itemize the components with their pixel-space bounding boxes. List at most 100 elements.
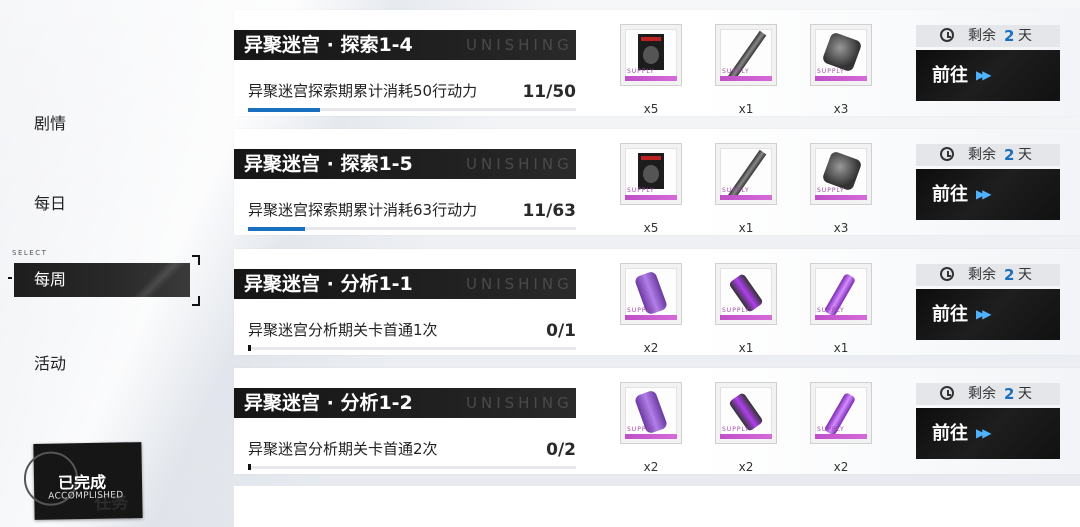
reward-item[interactable]: SUPPLY — [620, 143, 682, 205]
task-title: 异聚迷宫 · 探索1-5 UNISHING — [234, 149, 576, 179]
go-button[interactable]: 前往 ▶▶ — [916, 169, 1060, 220]
task-card-partial — [234, 486, 1080, 527]
task-title: 异聚迷宫 · 分析1-1 UNISHING — [234, 269, 576, 299]
sidebar-item-weekly-label: 每周 — [34, 270, 67, 289]
progress-track — [248, 345, 576, 351]
reward-item[interactable]: SUPPLY — [715, 143, 777, 205]
task-title-text: 异聚迷宫 · 分析1-2 — [244, 392, 413, 414]
clock-icon — [940, 147, 954, 161]
supply-label: SUPPLY — [627, 307, 655, 314]
sidebar-item-event[interactable]: 活动 — [34, 350, 66, 374]
rarity-bar — [815, 76, 867, 81]
go-button-label: 前往 — [932, 304, 968, 325]
days-label: 剩余 — [968, 28, 996, 44]
book-item-icon — [638, 153, 664, 189]
reward-item[interactable]: SUPPLY — [715, 263, 777, 325]
go-button[interactable]: 前往 ▶▶ — [916, 289, 1060, 340]
rarity-bar — [815, 315, 867, 320]
days-value: 2 — [1004, 266, 1015, 284]
task-title-text: 异聚迷宫 · 探索1-4 — [244, 34, 413, 56]
task-description: 异聚迷宫分析期关卡首通2次 — [248, 440, 438, 458]
reward-quantity: x1 — [738, 341, 754, 355]
reward-item[interactable]: SUPPLY — [620, 263, 682, 325]
rarity-bar — [625, 76, 677, 81]
task-progress-count: 11/63 — [522, 201, 576, 221]
task-card: 异聚迷宫 · 探索1-5 UNISHING 异聚迷宫探索期累计消耗63行动力 1… — [234, 129, 1080, 235]
rarity-bar — [625, 195, 677, 200]
task-description: 异聚迷宫分析期关卡首通1次 — [248, 321, 438, 339]
reward-item[interactable]: SUPPLY — [715, 382, 777, 444]
go-button-label: 前往 — [932, 184, 968, 205]
task-progress-count: 0/2 — [546, 440, 576, 460]
badge-sub-label: ACCOMPLISHED — [48, 490, 124, 502]
days-remaining: 剩余 2 天 — [916, 144, 1060, 166]
title-watermark: UNISHING — [466, 155, 573, 173]
sidebar-item-weekly[interactable]: 每周 — [14, 263, 194, 297]
reward-quantity: x2 — [643, 460, 659, 474]
supply-label: SUPPLY — [722, 426, 750, 433]
title-watermark: UNISHING — [466, 36, 573, 54]
progress-track — [248, 227, 576, 231]
task-title: 异聚迷宫 · 探索1-4 UNISHING — [234, 30, 576, 60]
accomplished-badge[interactable]: 任务 已完成 ACCOMPLISHED — [23, 442, 143, 520]
task-title-text: 异聚迷宫 · 分析1-1 — [244, 273, 413, 295]
reward-item[interactable]: SUPPLY — [620, 24, 682, 86]
progress-fill — [248, 464, 251, 470]
progress-fill — [248, 108, 321, 112]
reward-item[interactable]: SUPPLY — [810, 263, 872, 325]
go-button-label: 前往 — [932, 423, 968, 444]
reward-quantity: x1 — [833, 341, 849, 355]
go-button[interactable]: 前往 ▶▶ — [916, 50, 1060, 101]
reward-item[interactable]: SUPPLY — [810, 143, 872, 205]
reward-item[interactable]: SUPPLY — [810, 382, 872, 444]
supply-label: SUPPLY — [722, 307, 750, 314]
book-item-icon — [638, 34, 664, 70]
clock-icon — [940, 267, 954, 281]
select-indicator — [8, 277, 12, 279]
supply-label: SUPPLY — [817, 187, 845, 194]
bracket-bottom — [192, 296, 200, 306]
title-watermark: UNISHING — [466, 275, 573, 293]
supply-label: SUPPLY — [627, 68, 655, 75]
supply-label: SUPPLY — [722, 187, 750, 194]
task-progress-count: 0/1 — [546, 321, 576, 341]
supply-label: SUPPLY — [627, 426, 655, 433]
title-watermark: UNISHING — [466, 394, 573, 412]
supply-label: SUPPLY — [817, 426, 845, 433]
reward-item[interactable]: SUPPLY — [715, 24, 777, 86]
progress-fill — [248, 345, 251, 351]
reward-quantity: x2 — [643, 341, 659, 355]
reward-item[interactable]: SUPPLY — [620, 382, 682, 444]
rarity-bar — [720, 315, 772, 320]
clock-icon — [940, 386, 954, 400]
supply-label: SUPPLY — [627, 187, 655, 194]
rarity-bar — [815, 195, 867, 200]
sidebar-item-story[interactable]: 剧情 — [34, 110, 66, 134]
reward-item[interactable]: SUPPLY — [810, 24, 872, 86]
reward-quantity: x2 — [833, 460, 849, 474]
days-unit: 天 — [1018, 267, 1032, 283]
go-button-label: 前往 — [932, 65, 968, 86]
reward-quantity: x1 — [738, 102, 754, 116]
task-card: 异聚迷宫 · 分析1-1 UNISHING 异聚迷宫分析期关卡首通1次 0/1 … — [234, 249, 1080, 355]
days-label: 剩余 — [968, 267, 996, 283]
supply-label: SUPPLY — [722, 68, 750, 75]
sidebar-item-daily[interactable]: 每日 — [34, 190, 66, 214]
play-arrows-icon: ▶▶ — [976, 68, 992, 82]
play-arrows-icon: ▶▶ — [976, 426, 992, 440]
days-value: 2 — [1004, 385, 1015, 403]
supply-label: SUPPLY — [817, 68, 845, 75]
rarity-bar — [720, 434, 772, 439]
reward-quantity: x1 — [738, 221, 754, 235]
days-label: 剩余 — [968, 386, 996, 402]
go-button[interactable]: 前往 ▶▶ — [916, 408, 1060, 459]
task-card: 异聚迷宫 · 分析1-2 UNISHING 异聚迷宫分析期关卡首通2次 0/2 … — [234, 368, 1080, 474]
badge-main-label: 已完成 — [57, 472, 107, 493]
bracket-top — [192, 255, 200, 265]
progress-track — [248, 108, 576, 112]
days-unit: 天 — [1018, 28, 1032, 44]
select-tag: SELECT — [12, 249, 48, 257]
task-description: 异聚迷宫探索期累计消耗63行动力 — [248, 201, 478, 219]
reward-quantity: x2 — [738, 460, 754, 474]
reward-quantity: x3 — [833, 102, 849, 116]
